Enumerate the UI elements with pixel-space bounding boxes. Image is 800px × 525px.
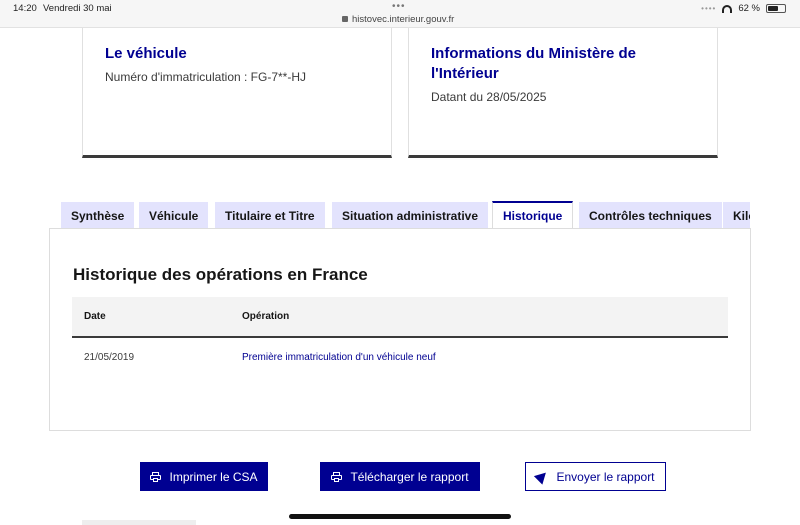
download-report-label: Télécharger le rapport bbox=[350, 469, 469, 484]
row-date: 21/05/2019 bbox=[84, 352, 135, 363]
address-url: histovec.interieur.gouv.fr bbox=[352, 14, 455, 25]
send-icon bbox=[534, 468, 551, 485]
status-time: 14:20 bbox=[13, 3, 37, 14]
send-report-label: Envoyer le rapport bbox=[556, 469, 655, 484]
column-header-operation: Opération bbox=[242, 311, 290, 322]
signal-icon: •••• bbox=[701, 4, 717, 13]
print-csa-label: Imprimer le CSA bbox=[169, 469, 258, 484]
data-date: Datant du 28/05/2025 bbox=[431, 90, 547, 104]
address-bar[interactable]: histovec.interieur.gouv.fr bbox=[342, 14, 454, 25]
column-header-date: Date bbox=[84, 311, 106, 322]
table-header: Date Opération bbox=[72, 297, 728, 338]
tab-historique[interactable]: Historique bbox=[492, 201, 574, 229]
table-row: 21/05/2019 Première immatriculation d'un… bbox=[72, 339, 728, 379]
tab-vehicule[interactable]: Véhicule bbox=[139, 202, 209, 229]
download-report-button[interactable]: Télécharger le rapport bbox=[320, 462, 480, 491]
printer-icon bbox=[150, 471, 162, 482]
ministry-card: Informations du Ministère de l'Intérieur… bbox=[408, 28, 718, 158]
tab-synthese[interactable]: Synthèse bbox=[61, 202, 135, 229]
vehicle-card: Le véhicule Numéro d'immatriculation : F… bbox=[82, 28, 392, 158]
vehicle-card-title: Le véhicule bbox=[105, 45, 187, 62]
report-tabs: Synthèse Véhicule Titulaire et Titre Sit… bbox=[50, 201, 750, 229]
tab-controles-techniques[interactable]: Contrôles techniques bbox=[579, 202, 722, 229]
status-date: Vendredi 30 mai bbox=[43, 3, 112, 14]
history-panel: Historique des opérations en France Date… bbox=[49, 228, 751, 431]
wifi-icon bbox=[722, 4, 733, 13]
row-operation: Première immatriculation d'un véhicule n… bbox=[242, 352, 436, 363]
ministry-card-title: Informations du Ministère de l'Intérieur bbox=[431, 45, 637, 82]
registration-number: Numéro d'immatriculation : FG-7**-HJ bbox=[105, 70, 307, 84]
print-csa-button[interactable]: Imprimer le CSA bbox=[140, 462, 268, 491]
history-title: Historique des opérations en France bbox=[73, 265, 368, 284]
lock-icon bbox=[342, 16, 348, 22]
battery-icon bbox=[766, 4, 786, 13]
printer-icon bbox=[331, 471, 343, 482]
send-report-button[interactable]: Envoyer le rapport bbox=[525, 462, 666, 491]
tab-titulaire-et-titre[interactable]: Titulaire et Titre bbox=[215, 202, 325, 229]
multitasking-dots-icon[interactable]: ••• bbox=[392, 1, 406, 12]
battery-percent: 62 % bbox=[738, 3, 760, 14]
status-bar: 14:20 Vendredi 30 mai ••• histovec.inter… bbox=[0, 0, 800, 28]
tab-kilometrage[interactable]: Kilo bbox=[723, 202, 750, 229]
status-indicators: •••• 62 % bbox=[701, 3, 786, 14]
tab-situation-administrative[interactable]: Situation administrative bbox=[332, 202, 489, 229]
home-indicator[interactable] bbox=[289, 514, 511, 519]
bottom-element bbox=[82, 520, 196, 525]
